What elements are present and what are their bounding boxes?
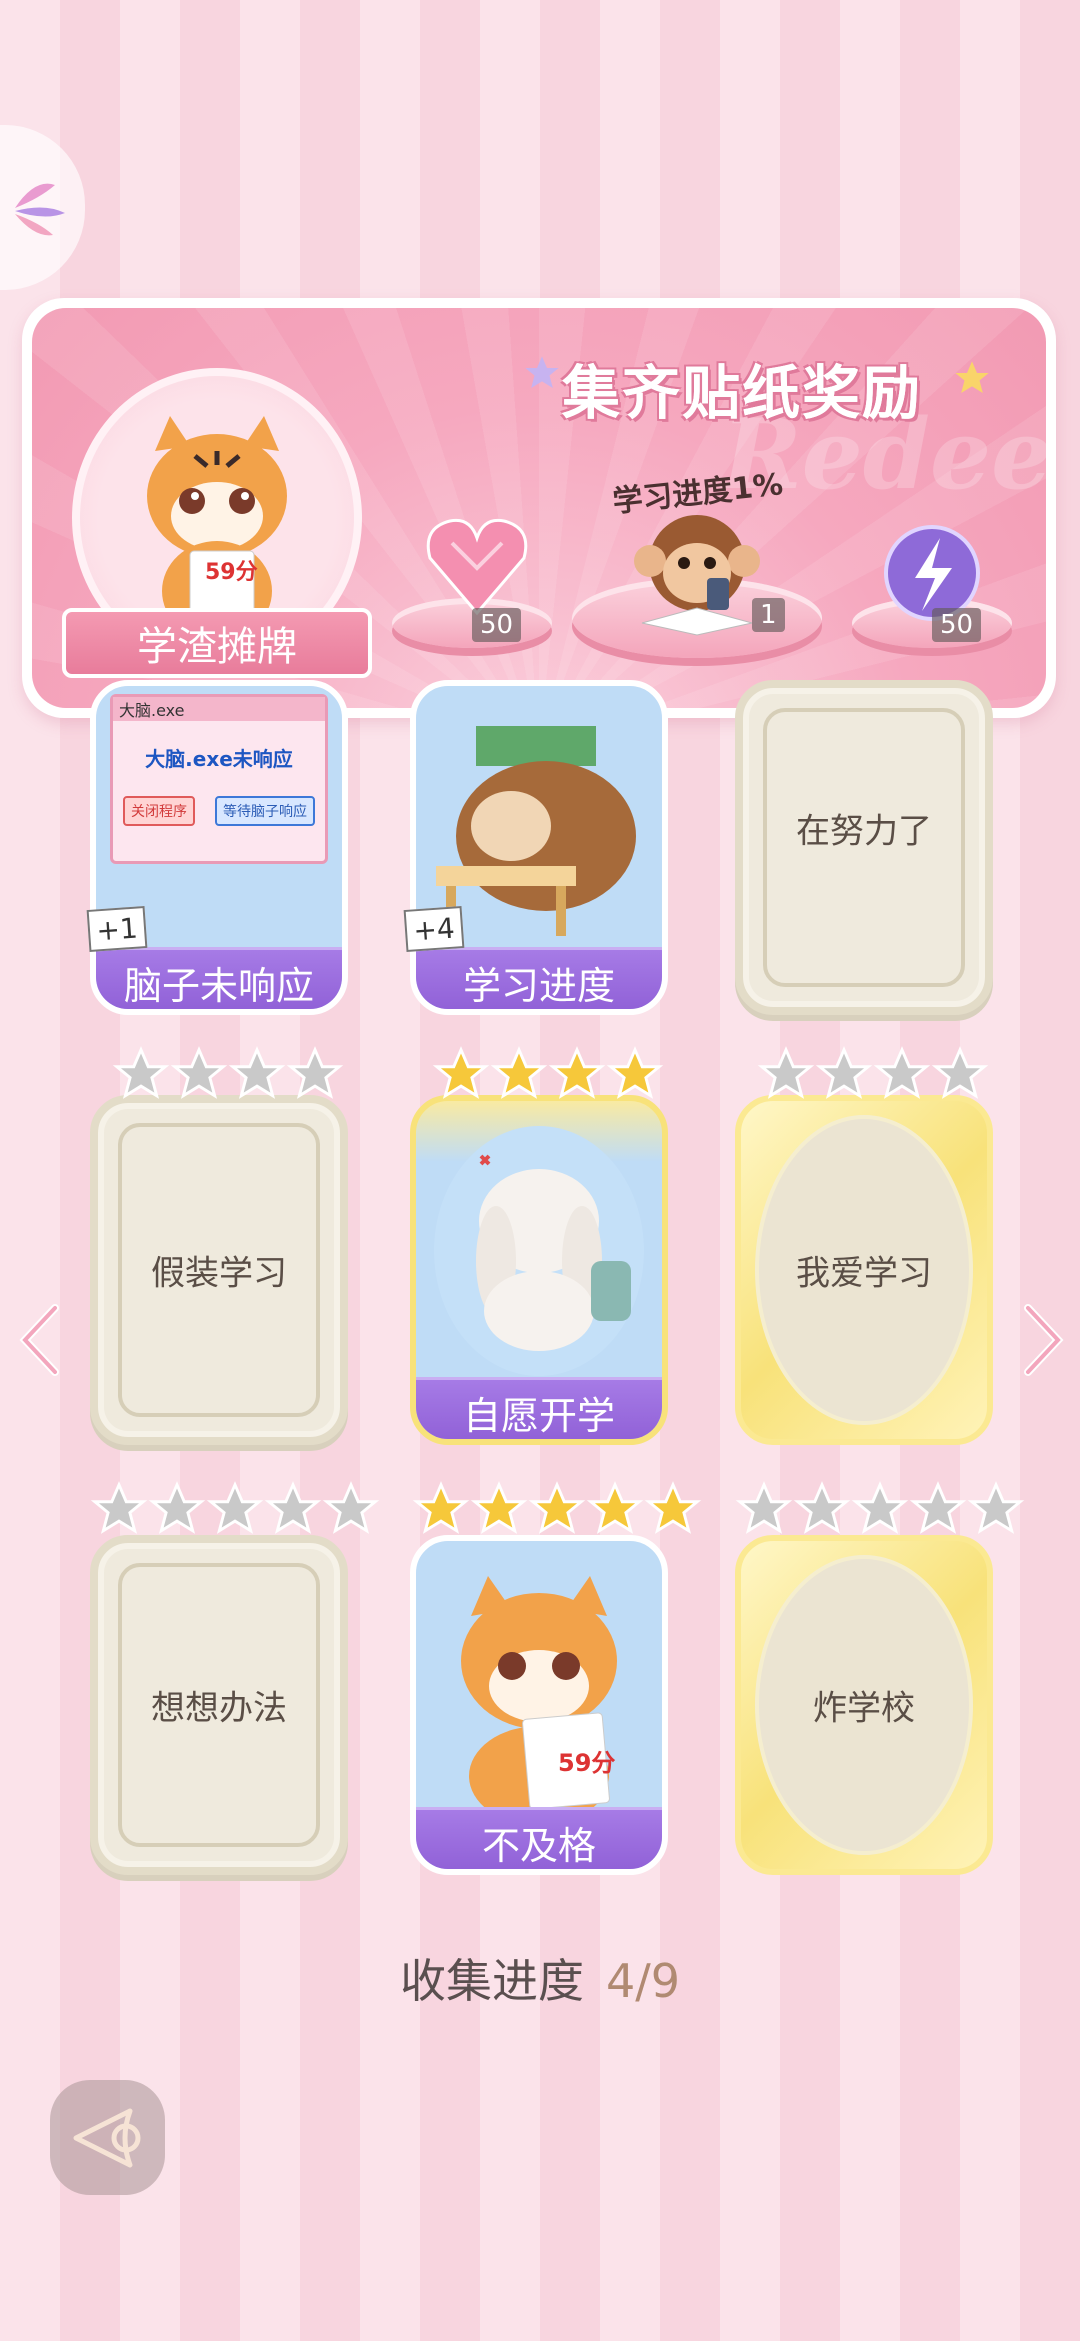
star-empty-icon bbox=[148, 1481, 206, 1534]
star-empty-icon bbox=[931, 1046, 989, 1099]
menu-button[interactable] bbox=[0, 125, 85, 290]
back-button[interactable] bbox=[50, 2080, 165, 2195]
star-empty-icon bbox=[735, 1481, 793, 1534]
back-arrow-icon bbox=[73, 2108, 140, 2167]
sticker-card-locked[interactable]: 想想办法 bbox=[90, 1535, 348, 1875]
sticker-name: 脑子未响应 bbox=[96, 947, 342, 1009]
sticker-card-brain-not-responding[interactable]: 大脑.exe 大脑.exe未响应 关闭程序 等待脑子响应 脑子未响应 bbox=[90, 680, 348, 1015]
star-empty-icon bbox=[206, 1481, 264, 1534]
pink-heart-gem-icon[interactable] bbox=[422, 513, 532, 618]
sticker-name: 不及格 bbox=[416, 1807, 662, 1869]
star-empty-icon bbox=[873, 1046, 931, 1099]
reward-count-heart: 50 bbox=[472, 608, 522, 642]
star-rating bbox=[90, 1480, 380, 1538]
star-empty-icon bbox=[228, 1046, 286, 1099]
sticker-card-locked-gold[interactable]: 我爱学习 bbox=[735, 1095, 993, 1445]
collection-progress: 收集进度 4/9 bbox=[0, 1945, 1080, 2011]
star-empty-icon bbox=[967, 1481, 1025, 1534]
star-rating bbox=[112, 1045, 344, 1103]
star-empty-icon bbox=[264, 1481, 322, 1534]
sticker-card-locked[interactable]: 假装学习 bbox=[90, 1095, 348, 1445]
star-rating bbox=[757, 1045, 989, 1103]
duplicate-count-badge: +4 bbox=[403, 906, 465, 952]
sticker-name: 学习进度 bbox=[416, 947, 662, 1009]
reward-count-monkey: 1 bbox=[752, 598, 785, 632]
star-filled-icon bbox=[490, 1046, 548, 1099]
star-icon bbox=[955, 361, 989, 393]
star-empty-icon bbox=[286, 1046, 344, 1099]
avatar-paper-score: 59分 bbox=[205, 560, 258, 585]
sticker-name: 假装学习 bbox=[151, 1253, 287, 1294]
star-filled-icon bbox=[470, 1481, 528, 1534]
brain-exe-window: 大脑.exe 大脑.exe未响应 关闭程序 等待脑子响应 bbox=[110, 694, 328, 864]
prev-page-arrow-icon[interactable] bbox=[15, 1300, 65, 1380]
star-filled-icon bbox=[644, 1481, 702, 1534]
collection-progress-label: 收集进度 bbox=[399, 1954, 584, 2008]
banner-title: 集齐贴纸奖励 bbox=[562, 359, 923, 427]
sticker-card-locked[interactable]: 在努力了 bbox=[735, 680, 993, 1015]
duplicate-count-badge: +1 bbox=[86, 906, 148, 952]
player-title-ribbon: 学渣摊牌 bbox=[62, 608, 372, 678]
star-empty-icon bbox=[757, 1046, 815, 1099]
star-rating bbox=[432, 1045, 664, 1103]
star-empty-icon bbox=[90, 1481, 148, 1534]
reward-count-orb: 50 bbox=[932, 608, 982, 642]
monkey-sticker-icon[interactable] bbox=[622, 503, 772, 638]
tiger-failed-illustration bbox=[461, 1576, 617, 1826]
star-rating bbox=[412, 1480, 702, 1538]
sticker-name: 炸学校 bbox=[813, 1688, 915, 1729]
star-filled-icon bbox=[412, 1481, 470, 1534]
star-filled-icon bbox=[548, 1046, 606, 1099]
star-empty-icon bbox=[909, 1481, 967, 1534]
sticker-card-locked-gold[interactable]: 炸学校 bbox=[735, 1535, 993, 1875]
star-empty-icon bbox=[851, 1481, 909, 1534]
sticker-name: 自愿开学 bbox=[416, 1377, 662, 1439]
sticker-card-failed[interactable]: 59分 不及格 bbox=[410, 1535, 668, 1875]
reward-banner: Redeem 集齐贴纸奖励 59分 学渣摊牌 50 bbox=[22, 298, 1056, 718]
sticker-name: 我爱学习 bbox=[796, 1253, 932, 1294]
star-empty-icon bbox=[793, 1481, 851, 1534]
next-page-arrow-icon[interactable] bbox=[1018, 1300, 1068, 1380]
star-filled-icon bbox=[432, 1046, 490, 1099]
sticker-card-study-progress[interactable]: 学习进度 bbox=[410, 680, 668, 1015]
bunny-illustration bbox=[434, 1126, 644, 1376]
fan-icon bbox=[14, 183, 65, 235]
star-icon bbox=[525, 356, 559, 388]
sticker-name: 想想办法 bbox=[151, 1688, 287, 1729]
star-empty-icon bbox=[112, 1046, 170, 1099]
star-filled-icon bbox=[606, 1046, 664, 1099]
sticker-name: 在努力了 bbox=[796, 811, 932, 852]
star-empty-icon bbox=[815, 1046, 873, 1099]
paper-score: 59分 bbox=[558, 1749, 616, 1777]
collection-progress-value: 4/9 bbox=[605, 1954, 681, 2008]
star-empty-icon bbox=[322, 1481, 380, 1534]
star-empty-icon bbox=[170, 1046, 228, 1099]
star-rating bbox=[735, 1480, 1025, 1538]
star-filled-icon bbox=[586, 1481, 644, 1534]
sticker-card-voluntary-school[interactable]: 自愿开学 bbox=[410, 1095, 668, 1445]
star-filled-icon bbox=[528, 1481, 586, 1534]
